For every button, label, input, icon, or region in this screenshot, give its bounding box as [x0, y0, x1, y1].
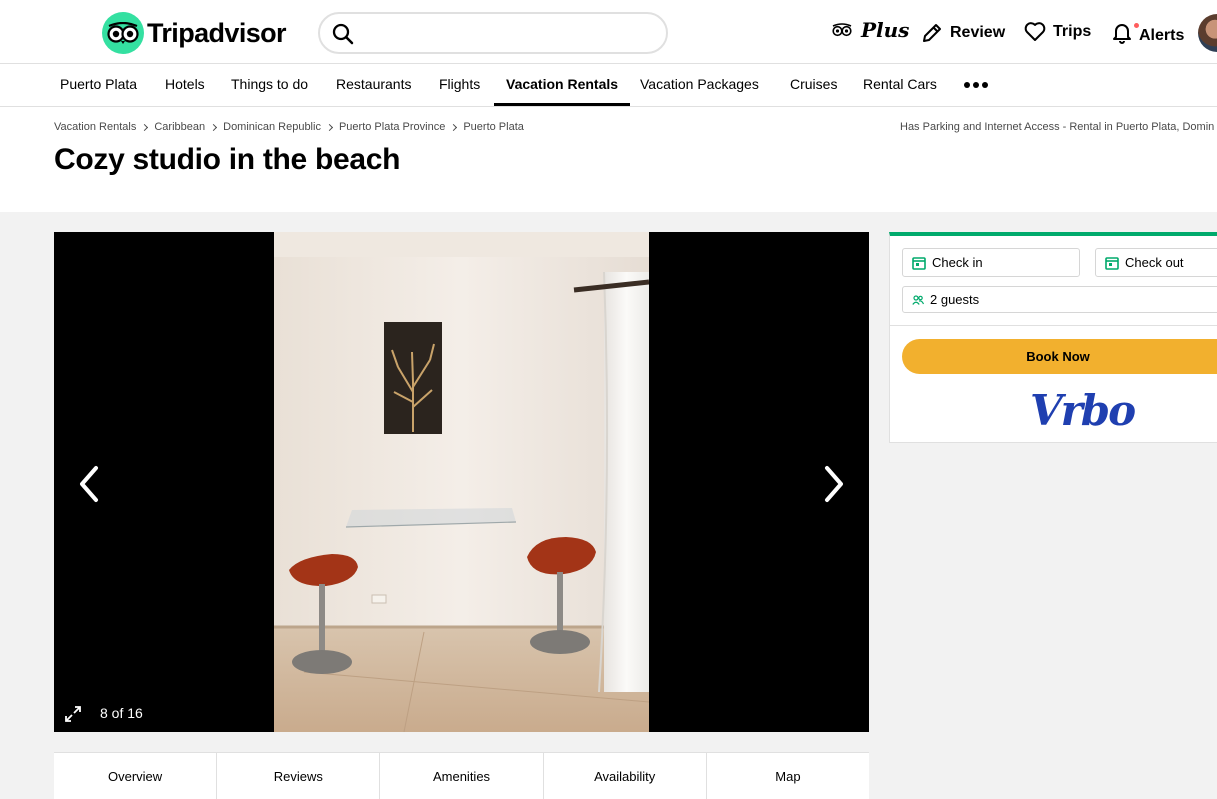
category-nav: Puerto Plata Hotels Things to do Restaur…	[0, 64, 1217, 107]
nav-item-restaurants[interactable]: Restaurants	[336, 64, 411, 106]
bell-icon	[1112, 22, 1140, 49]
nav-item-hotels[interactable]: Hotels	[165, 64, 205, 106]
search-bar[interactable]	[318, 12, 668, 54]
page-title: Cozy studio in the beach	[54, 143, 401, 176]
plus-link[interactable]: Plus	[832, 18, 909, 42]
trips-link[interactable]: Trips	[1024, 22, 1091, 42]
plus-label: Plus	[861, 18, 910, 42]
photo-counter: 8 of 16	[100, 705, 143, 721]
check-in-field[interactable]: Check in	[902, 248, 1080, 277]
heart-icon	[1024, 22, 1046, 41]
chevron-right-icon	[141, 123, 149, 131]
check-out-field[interactable]: Check out	[1095, 248, 1217, 277]
check-out-label: Check out	[1125, 255, 1184, 270]
vrbo-logo: Vrbo	[1030, 386, 1136, 435]
listing-photo	[274, 232, 649, 732]
listing-subtitle: Has Parking and Internet Access - Rental…	[900, 121, 1215, 133]
nav-item-vacation-rentals[interactable]: Vacation Rentals	[494, 64, 631, 106]
review-link[interactable]: Review	[921, 22, 1005, 44]
pencil-icon	[923, 24, 941, 42]
booking-panel: Check in Check out 2 guests Book Now Vrb…	[889, 232, 1217, 443]
logo-text: Tripadvisor	[147, 17, 287, 48]
check-in-label: Check in	[932, 255, 983, 270]
owl-logo-icon	[102, 12, 144, 54]
alerts-link[interactable]: Alerts	[1112, 22, 1184, 49]
breadcrumb: Vacation Rentals Caribbean Dominican Rep…	[54, 121, 524, 133]
next-photo-button[interactable]	[817, 464, 847, 504]
tab-amenities[interactable]: Amenities	[380, 753, 544, 799]
chevron-right-icon	[325, 123, 333, 131]
tab-reviews[interactable]: Reviews	[217, 753, 381, 799]
expand-icon[interactable]	[64, 705, 82, 723]
review-label: Review	[950, 24, 1006, 41]
previous-photo-button[interactable]	[76, 464, 106, 504]
chevron-right-icon	[450, 123, 458, 131]
nav-item-flights[interactable]: Flights	[439, 64, 480, 106]
trips-label: Trips	[1053, 23, 1092, 40]
breadcrumb-item[interactable]: Caribbean	[154, 121, 205, 133]
breadcrumb-item[interactable]: Puerto Plata Province	[339, 121, 445, 133]
more-menu-icon[interactable]	[964, 82, 988, 88]
listing-tabs: Overview Reviews Amenities Availability …	[54, 752, 869, 799]
guests-label: 2 guests	[930, 292, 980, 307]
owl-eyes-icon	[832, 23, 852, 37]
nav-item-things-to-do[interactable]: Things to do	[231, 64, 308, 106]
tab-availability[interactable]: Availability	[544, 753, 707, 799]
breadcrumb-item[interactable]: Dominican Republic	[223, 121, 321, 133]
gallery-footer: 8 of 16	[54, 696, 869, 732]
breadcrumb-item[interactable]: Vacation Rentals	[54, 121, 136, 133]
nav-item-rental-cars[interactable]: Rental Cars	[863, 64, 937, 106]
user-avatar[interactable]	[1198, 14, 1217, 52]
photo-gallery[interactable]: 8 of 16	[54, 232, 869, 732]
alerts-label: Alerts	[1139, 26, 1185, 44]
notification-dot	[1133, 22, 1140, 29]
tab-map[interactable]: Map	[707, 753, 869, 799]
guests-field[interactable]: 2 guests	[902, 286, 1217, 313]
chevron-right-icon	[210, 123, 218, 131]
search-input[interactable]	[364, 20, 654, 46]
nav-item-cruises[interactable]: Cruises	[790, 64, 837, 106]
search-icon	[332, 23, 354, 45]
divider	[890, 325, 1217, 326]
calendar-icon	[1105, 256, 1119, 270]
top-header: Tripadvisor Plus Review Trips Alerts	[0, 0, 1217, 64]
book-now-button[interactable]: Book Now	[902, 339, 1217, 374]
nav-item-puerto-plata[interactable]: Puerto Plata	[60, 64, 137, 106]
tab-overview[interactable]: Overview	[54, 753, 218, 799]
guests-icon	[912, 294, 924, 305]
nav-item-vacation-packages[interactable]: Vacation Packages	[640, 64, 759, 106]
tripadvisor-logo[interactable]: Tripadvisor	[102, 12, 287, 54]
calendar-icon	[912, 256, 926, 270]
breadcrumb-item[interactable]: Puerto Plata	[463, 121, 524, 133]
